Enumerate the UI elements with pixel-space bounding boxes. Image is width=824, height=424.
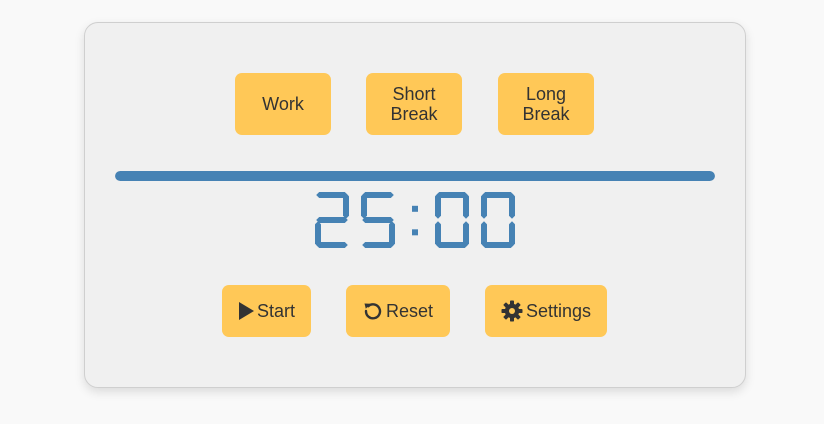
timer-digit-segment [435, 193, 441, 219]
pomodoro-card: Work Short Break Long Break 25:00 Start … [84, 22, 746, 388]
timer-colon-dot [412, 229, 418, 236]
reset-button[interactable]: Reset [346, 285, 450, 337]
start-button-label: Start [256, 301, 295, 321]
progress-bar [115, 171, 715, 181]
long-break-mode-button[interactable]: Long Break [498, 73, 594, 135]
timer-digit-segment [481, 221, 487, 247]
play-icon [238, 302, 254, 320]
timer-digit-segment [361, 193, 367, 219]
reset-icon [363, 301, 383, 321]
timer-digit-segment [362, 242, 394, 248]
reset-button-label: Reset [385, 301, 434, 321]
timer-colon-dot [412, 205, 418, 212]
timer-digit-segment [362, 217, 394, 223]
timer-digit-segment [463, 193, 469, 219]
timer-digit-segment [481, 193, 487, 219]
timer-digits [315, 192, 515, 248]
timer-digit-segment [343, 193, 349, 219]
start-button[interactable]: Start [222, 285, 311, 337]
timer-digit-segment [435, 221, 441, 247]
timer-digit-segment [509, 193, 515, 219]
timer-display: 25:00 [85, 187, 745, 253]
short-break-mode-button[interactable]: Short Break [366, 73, 462, 135]
progress-bar-fill [115, 171, 715, 181]
settings-button[interactable]: Settings [485, 285, 607, 337]
settings-button-label: Settings [525, 301, 592, 321]
timer-digit-segment [316, 242, 348, 248]
work-mode-button[interactable]: Work [235, 73, 331, 135]
timer-digit-segment [316, 217, 348, 223]
gear-icon [501, 300, 523, 322]
